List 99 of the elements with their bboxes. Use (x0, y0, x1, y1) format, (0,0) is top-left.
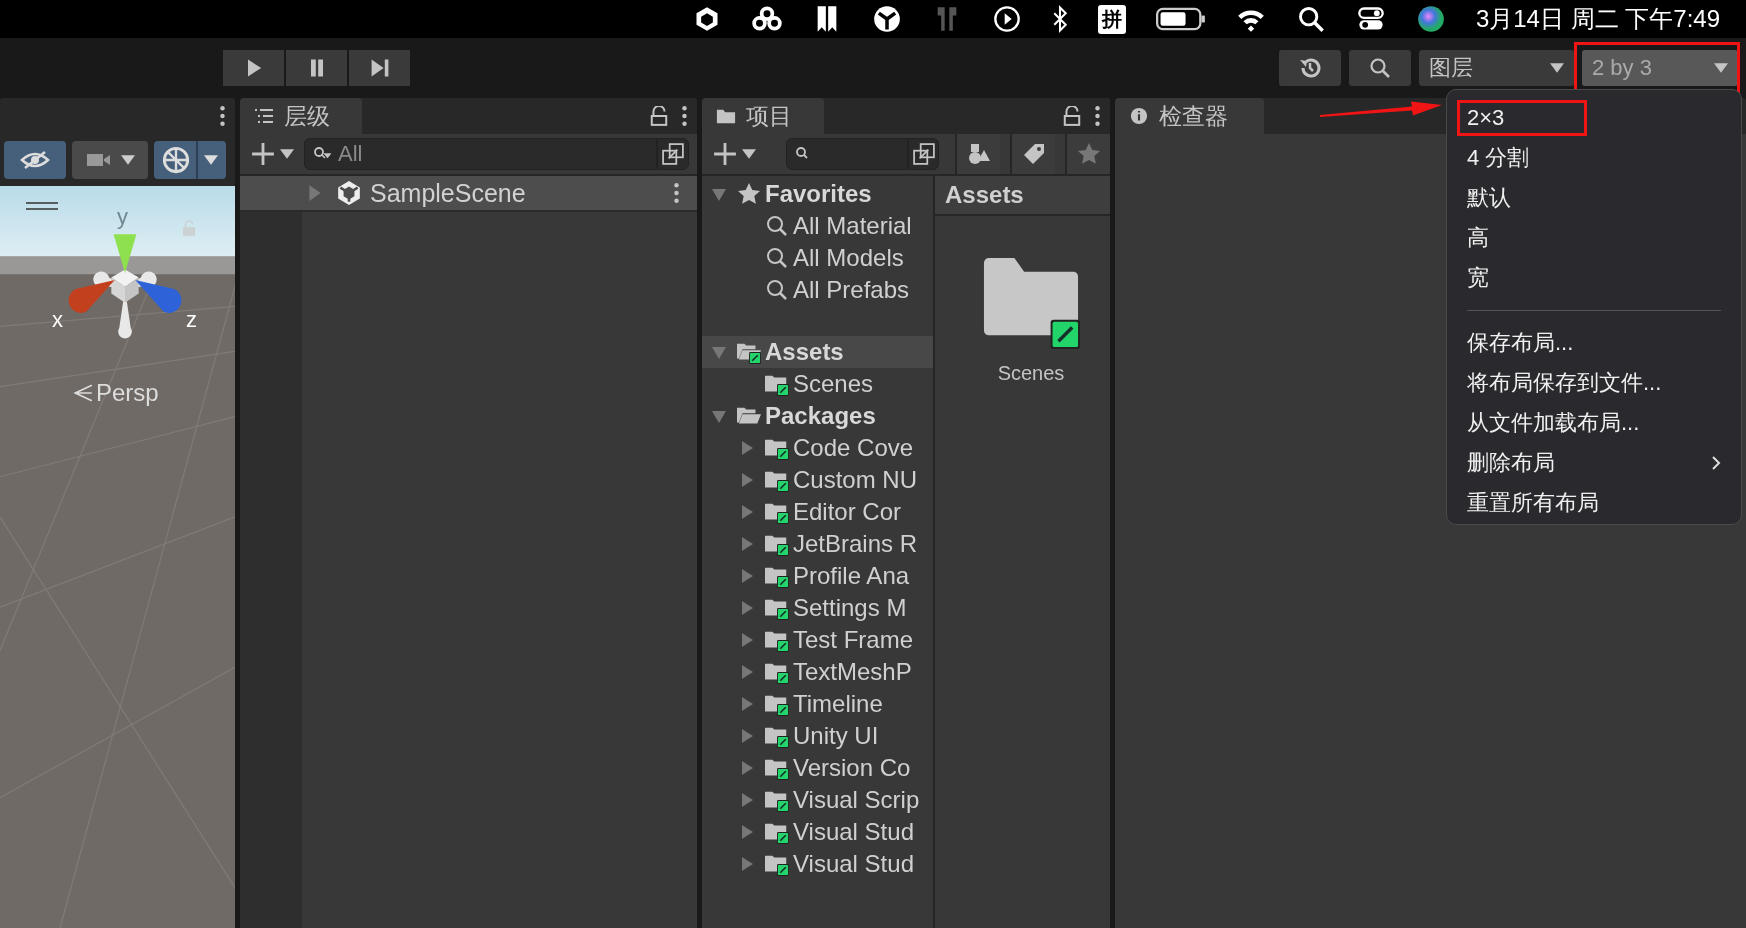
star-icon (736, 182, 762, 206)
x-axis-label[interactable]: x (52, 309, 63, 331)
menu-item[interactable]: 重置所有布局 (1457, 483, 1721, 523)
plus-icon (252, 142, 274, 166)
pause-button[interactable] (286, 50, 347, 86)
tree-item[interactable]: Profile Ana (702, 560, 933, 592)
tree-item[interactable]: Timeline (702, 688, 933, 720)
tree-item[interactable]: Visual Stud (702, 848, 933, 880)
caret-icon (280, 149, 294, 159)
tree-item[interactable]: Favorites (702, 178, 933, 210)
caret-icon (1550, 63, 1564, 73)
unity-logo-icon (336, 180, 362, 206)
rings-icon[interactable] (751, 5, 782, 33)
add-dropdown[interactable] (714, 142, 756, 166)
add-dropdown[interactable] (252, 142, 294, 166)
tree-item[interactable]: Assets (702, 336, 933, 368)
caret-icon (1714, 63, 1728, 73)
menu-item[interactable]: 将布局保存到文件... (1457, 363, 1721, 403)
battery-icon[interactable] (1155, 5, 1206, 33)
star-icon (1076, 142, 1101, 166)
menu-item[interactable]: 高 (1457, 218, 1721, 258)
lock-icon[interactable] (650, 106, 668, 126)
hierarchy-tab[interactable]: 层级 (240, 98, 362, 134)
more-icon[interactable] (682, 106, 687, 126)
expand-arrow-icon[interactable] (710, 408, 728, 424)
tree-item[interactable]: Visual Scrip (702, 784, 933, 816)
asset-label[interactable]: Scenes (997, 362, 1065, 385)
more-icon[interactable] (1095, 106, 1100, 126)
search-field[interactable] (786, 138, 908, 170)
eye-slash-icon (20, 150, 50, 170)
maximize-icon (662, 143, 684, 165)
tree-item[interactable]: JetBrains R (702, 528, 933, 560)
history-button[interactable] (1279, 50, 1341, 86)
breadcrumb[interactable]: Assets (945, 181, 1024, 209)
layers-dropdown[interactable]: 图层 (1419, 50, 1574, 86)
gizmo-dropdown[interactable] (154, 141, 226, 179)
tree-item[interactable]: All Prefabs (702, 274, 933, 306)
globe-icon (162, 146, 190, 174)
menu-icon[interactable] (26, 202, 58, 210)
play-circle-icon[interactable] (991, 5, 1022, 33)
visibility-toggle[interactable] (4, 141, 66, 179)
maximize-button[interactable] (908, 138, 940, 170)
tree-item[interactable]: Scenes (702, 368, 933, 400)
maximize-icon (912, 143, 935, 165)
bluetooth-icon[interactable] (1051, 5, 1068, 33)
menu-item[interactable]: 默认 (1457, 178, 1721, 218)
date-time: 3月14日 周二 下午7:49 (1475, 4, 1720, 34)
project-tab[interactable]: 项目 (702, 98, 824, 134)
play-button[interactable] (223, 50, 284, 86)
tree-item[interactable]: TextMeshP (702, 656, 933, 688)
menu-item[interactable]: 2×3 (1457, 98, 1721, 138)
projection-label[interactable]: Persp (96, 379, 159, 407)
tree-item[interactable]: Packages (702, 400, 933, 432)
list-icon (254, 107, 274, 125)
folder-badge-icon[interactable] (982, 256, 1080, 352)
menu-item[interactable]: 保存布局... (1457, 323, 1721, 363)
caret-icon (742, 149, 756, 159)
tree-item[interactable]: All Models (702, 242, 933, 274)
tree-item[interactable]: Visual Stud (702, 816, 933, 848)
tree-item[interactable]: Unity UI (702, 720, 933, 752)
menu-item[interactable]: 宽 (1457, 258, 1721, 298)
tree-item[interactable]: Test Frame (702, 624, 933, 656)
wheel-icon[interactable] (871, 5, 902, 33)
filter-label-button[interactable] (1010, 134, 1056, 174)
tree-item[interactable]: Version Co (702, 752, 933, 784)
folder-icon (716, 107, 736, 125)
chevron-icon[interactable] (72, 382, 94, 404)
expand-arrow-icon[interactable] (710, 186, 728, 202)
search-button[interactable] (1349, 50, 1411, 86)
info-icon (1129, 107, 1149, 125)
favorite-button[interactable] (1065, 134, 1110, 174)
shapes-icon (966, 142, 991, 166)
menu-item[interactable]: 4 分割 (1457, 138, 1721, 178)
step-button[interactable] (349, 50, 410, 86)
search-icon (1368, 56, 1392, 80)
more-icon[interactable] (220, 106, 225, 126)
inspector-tab[interactable]: 检查器 (1115, 98, 1264, 134)
search-field[interactable]: All (304, 138, 657, 170)
filter-type-button[interactable] (955, 134, 1001, 174)
history-icon (1298, 56, 1322, 80)
tree-item[interactable]: Code Cove (702, 432, 933, 464)
tree-item[interactable]: All Material (702, 210, 933, 242)
caret-icon (204, 155, 218, 165)
lock-icon[interactable] (1063, 106, 1081, 126)
menu-item[interactable]: 删除布局 (1457, 443, 1721, 483)
tree-item[interactable]: Editor Cor (702, 496, 933, 528)
menu-item[interactable]: 从文件加载布局... (1457, 403, 1721, 443)
maximize-button[interactable] (657, 138, 689, 170)
toggles-icon[interactable] (1355, 5, 1386, 33)
plus-icon (714, 142, 736, 166)
orb-icon[interactable] (1415, 5, 1446, 33)
tree-item[interactable]: Custom NU (702, 464, 933, 496)
camera-dropdown[interactable] (72, 141, 148, 179)
scene-row[interactable]: SampleScene (240, 176, 697, 212)
tree-item[interactable]: Settings M (702, 592, 933, 624)
more-icon[interactable] (674, 183, 679, 203)
input-method-indicator[interactable]: 拼 (1097, 4, 1126, 34)
caret-icon (121, 155, 135, 165)
z-axis-label[interactable]: z (186, 309, 197, 331)
